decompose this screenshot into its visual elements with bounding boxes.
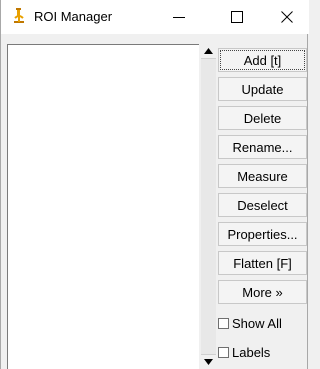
measure-button[interactable]: Measure	[218, 164, 307, 188]
microscope-icon	[11, 8, 27, 26]
add-button[interactable]: Add [t]	[218, 48, 307, 72]
more-button[interactable]: More »	[218, 280, 307, 304]
delete-button[interactable]: Delete	[218, 106, 307, 130]
maximize-icon	[231, 11, 243, 23]
roi-manager-window: ROI Manager Add [t] Update Delete Rename…	[0, 0, 309, 369]
labels-label: Labels	[232, 344, 271, 360]
flatten-button[interactable]: Flatten [F]	[218, 251, 307, 275]
minimize-button[interactable]	[157, 0, 201, 34]
close-button[interactable]	[265, 0, 309, 34]
close-icon	[281, 11, 293, 23]
triangle-up-icon	[204, 48, 213, 54]
show-all-checkbox[interactable]: Show All	[218, 313, 307, 333]
roi-list[interactable]	[7, 44, 199, 369]
labels-box[interactable]	[218, 346, 229, 358]
scroll-up-button[interactable]	[201, 44, 216, 59]
show-all-label: Show All	[232, 315, 282, 331]
minimize-icon	[173, 17, 185, 18]
vertical-scrollbar[interactable]	[201, 44, 216, 369]
update-button[interactable]: Update	[218, 77, 307, 101]
scroll-down-button[interactable]	[201, 354, 216, 369]
maximize-button[interactable]	[215, 0, 259, 34]
window-title: ROI Manager	[34, 9, 113, 24]
labels-checkbox[interactable]: Labels	[218, 342, 307, 362]
title-bar[interactable]: ROI Manager	[1, 0, 309, 34]
deselect-button[interactable]: Deselect	[218, 193, 307, 217]
rename-button[interactable]: Rename...	[218, 135, 307, 159]
show-all-box[interactable]	[218, 317, 229, 329]
properties-button[interactable]: Properties...	[218, 222, 307, 246]
triangle-down-icon	[204, 359, 213, 365]
